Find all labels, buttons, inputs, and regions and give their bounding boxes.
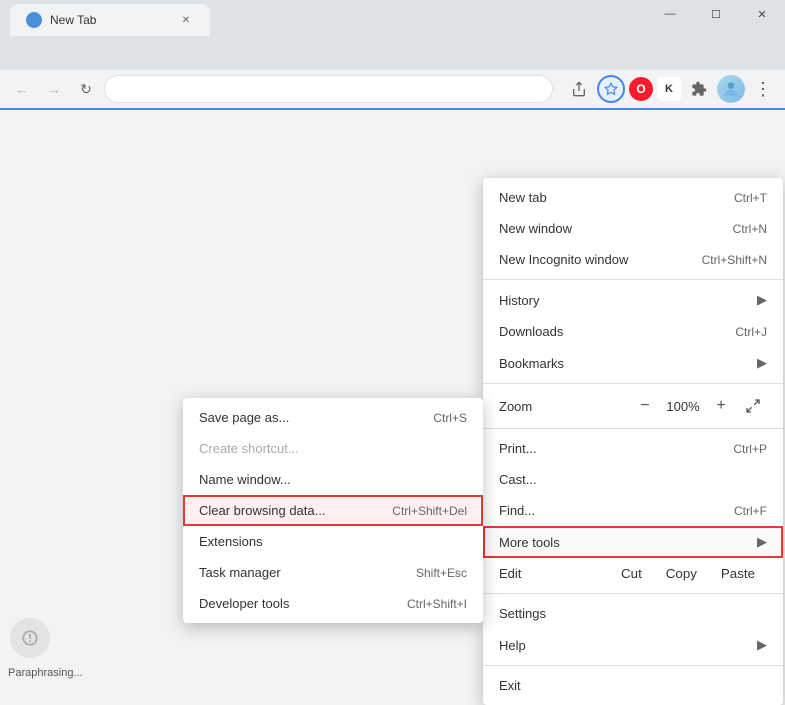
edit-label: Edit xyxy=(499,566,609,581)
menu-item-cast[interactable]: Cast... xyxy=(483,464,783,495)
new-window-shortcut: Ctrl+N xyxy=(733,222,767,236)
submenu-item-name-window[interactable]: Name window... xyxy=(183,464,483,495)
divider-4 xyxy=(483,593,783,594)
clear-browsing-shortcut: Ctrl+Shift+Del xyxy=(392,504,467,518)
submenu-item-developer-tools[interactable]: Developer tools Ctrl+Shift+I xyxy=(183,588,483,619)
developer-tools-shortcut: Ctrl+Shift+I xyxy=(407,597,467,611)
help-label: Help xyxy=(499,638,753,653)
create-shortcut-label: Create shortcut... xyxy=(199,441,467,456)
copy-button[interactable]: Copy xyxy=(654,562,709,585)
submenu-item-task-manager[interactable]: Task manager Shift+Esc xyxy=(183,557,483,588)
new-window-label: New window xyxy=(499,221,713,236)
new-tab-label: New tab xyxy=(499,190,714,205)
extensions-icon[interactable] xyxy=(685,75,713,103)
find-shortcut: Ctrl+F xyxy=(734,504,767,518)
bookmarks-label: Bookmarks xyxy=(499,356,753,371)
find-label: Find... xyxy=(499,503,714,518)
tab-title: New Tab xyxy=(50,13,170,27)
zoom-label: Zoom xyxy=(499,399,631,414)
share-icon[interactable] xyxy=(565,75,593,103)
cut-button[interactable]: Cut xyxy=(609,562,654,585)
menu-item-exit[interactable]: Exit xyxy=(483,670,783,701)
more-tools-label: More tools xyxy=(499,535,753,550)
zoom-fullscreen-button[interactable] xyxy=(739,392,767,420)
opera-icon[interactable]: O xyxy=(629,77,653,101)
submenu-item-create-shortcut[interactable]: Create shortcut... xyxy=(183,433,483,464)
name-window-label: Name window... xyxy=(199,472,467,487)
incognito-shortcut: Ctrl+Shift+N xyxy=(702,253,767,267)
divider-1 xyxy=(483,279,783,280)
divider-2 xyxy=(483,383,783,384)
reload-button[interactable]: ↻ xyxy=(72,75,100,103)
help-arrow: ▶ xyxy=(757,637,767,653)
zoom-row: Zoom − 100% + xyxy=(483,388,783,424)
close-button[interactable]: ✕ xyxy=(739,0,785,28)
menu-item-downloads[interactable]: Downloads Ctrl+J xyxy=(483,316,783,347)
downloads-shortcut: Ctrl+J xyxy=(735,325,767,339)
submenu-item-save-page[interactable]: Save page as... Ctrl+S xyxy=(183,402,483,433)
forward-button[interactable]: → xyxy=(40,75,68,103)
back-button[interactable]: ← xyxy=(8,75,36,103)
bookmark-icon[interactable] xyxy=(597,75,625,103)
zoom-minus-button[interactable]: − xyxy=(631,392,659,420)
active-tab[interactable]: New Tab ✕ xyxy=(10,4,210,36)
tab-favicon xyxy=(26,12,42,28)
paste-button[interactable]: Paste xyxy=(709,562,767,585)
menu-item-new-tab[interactable]: New tab Ctrl+T xyxy=(483,182,783,213)
exit-label: Exit xyxy=(499,678,767,693)
zoom-plus-button[interactable]: + xyxy=(707,392,735,420)
incognito-label: New Incognito window xyxy=(499,252,682,267)
toolbar: ← → ↻ O K xyxy=(0,70,785,110)
tab-close-button[interactable]: ✕ xyxy=(178,12,194,28)
toolbar-icons: O K ⋮ xyxy=(565,75,777,103)
task-manager-shortcut: Shift+Esc xyxy=(416,566,467,580)
new-tab-shortcut: Ctrl+T xyxy=(734,191,767,205)
divider-3 xyxy=(483,428,783,429)
zoom-value: 100% xyxy=(659,399,707,414)
downloads-label: Downloads xyxy=(499,324,715,339)
bookmarks-arrow: ▶ xyxy=(757,355,767,371)
main-content: New tab Ctrl+T New window Ctrl+N New Inc… xyxy=(0,110,785,683)
browser-window: New Tab ✕ — ☐ ✕ ← → ↻ xyxy=(0,0,785,683)
menu-item-bookmarks[interactable]: Bookmarks ▶ xyxy=(483,347,783,379)
menu-item-print[interactable]: Print... Ctrl+P xyxy=(483,433,783,464)
menu-item-history[interactable]: History ▶ xyxy=(483,284,783,316)
save-page-shortcut: Ctrl+S xyxy=(433,411,467,425)
history-label: History xyxy=(499,293,753,308)
main-menu: New tab Ctrl+T New window Ctrl+N New Inc… xyxy=(483,178,783,705)
sidebar-icon[interactable] xyxy=(10,618,50,658)
k-extension-icon[interactable]: K xyxy=(657,77,681,101)
save-page-label: Save page as... xyxy=(199,410,433,425)
menu-item-incognito[interactable]: New Incognito window Ctrl+Shift+N xyxy=(483,244,783,275)
menu-item-new-window[interactable]: New window Ctrl+N xyxy=(483,213,783,244)
menu-item-find[interactable]: Find... Ctrl+F xyxy=(483,495,783,526)
browser-top: New Tab ✕ — ☐ ✕ xyxy=(0,0,785,70)
menu-item-settings[interactable]: Settings xyxy=(483,598,783,629)
cast-label: Cast... xyxy=(499,472,767,487)
window-controls: — ☐ ✕ xyxy=(647,0,785,28)
developer-tools-label: Developer tools xyxy=(199,596,407,611)
submenu-item-clear-browsing[interactable]: Clear browsing data... Ctrl+Shift+Del xyxy=(183,495,483,526)
extensions-label: Extensions xyxy=(199,534,467,549)
task-manager-label: Task manager xyxy=(199,565,416,580)
menu-item-help[interactable]: Help ▶ xyxy=(483,629,783,661)
more-tools-arrow: ▶ xyxy=(757,534,767,550)
address-bar[interactable] xyxy=(104,75,553,103)
profile-icon[interactable] xyxy=(717,75,745,103)
print-shortcut: Ctrl+P xyxy=(733,442,767,456)
minimize-button[interactable]: — xyxy=(647,0,693,28)
edit-row: Edit Cut Copy Paste xyxy=(483,558,783,589)
status-text: Paraphrasing... xyxy=(8,667,83,679)
more-tools-submenu: Save page as... Ctrl+S Create shortcut..… xyxy=(183,398,483,623)
history-arrow: ▶ xyxy=(757,292,767,308)
maximize-button[interactable]: ☐ xyxy=(693,0,739,28)
settings-label: Settings xyxy=(499,606,767,621)
menu-item-more-tools[interactable]: More tools ▶ xyxy=(483,526,783,558)
submenu-item-extensions[interactable]: Extensions xyxy=(183,526,483,557)
print-label: Print... xyxy=(499,441,713,456)
clear-browsing-label: Clear browsing data... xyxy=(199,503,392,518)
menu-button[interactable]: ⋮ xyxy=(749,75,777,103)
divider-5 xyxy=(483,665,783,666)
